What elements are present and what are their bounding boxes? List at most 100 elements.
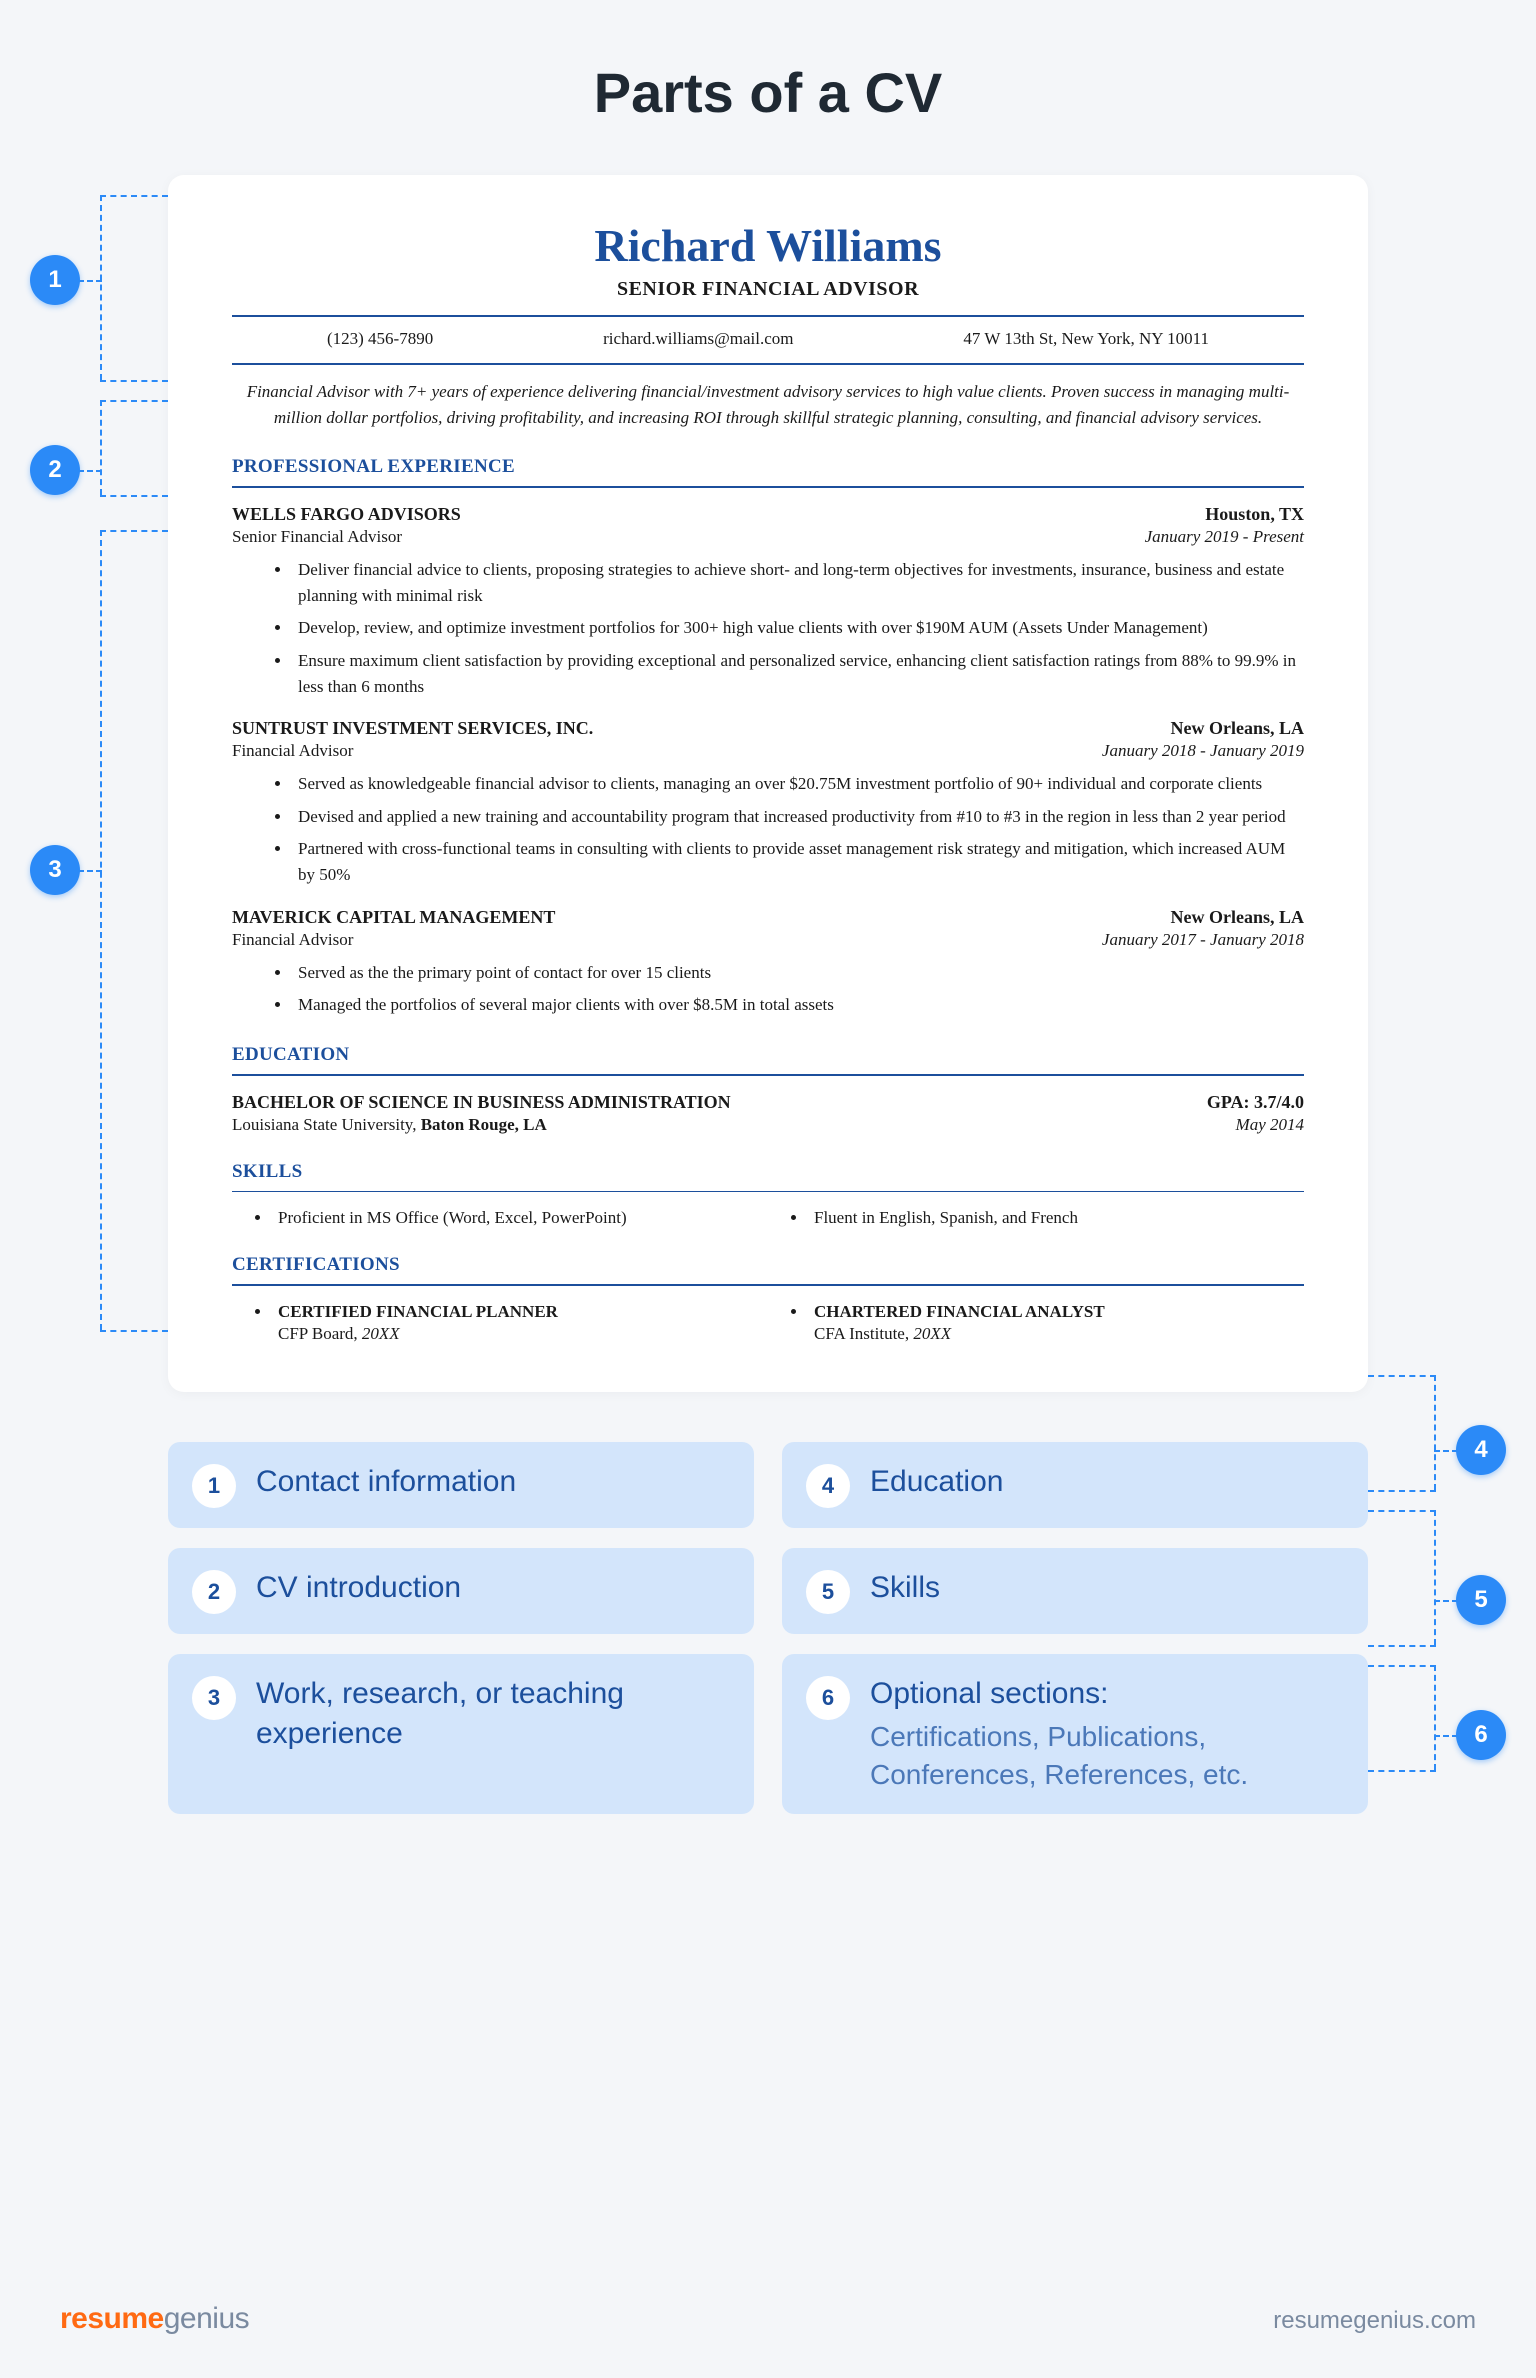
job-bullets: Served as the the primary point of conta… — [232, 960, 1304, 1019]
bracket-5-bot — [1368, 1645, 1436, 1647]
bracket-1 — [100, 195, 102, 380]
job-block: SUNTRUST INVESTMENT SERVICES, INC. New O… — [232, 718, 1304, 888]
cv-card: Richard Williams SENIOR FINANCIAL ADVISO… — [168, 175, 1368, 1392]
cert-title: CHARTERED FINANCIAL ANALYST — [814, 1302, 1304, 1322]
legend-num: 2 — [192, 1570, 236, 1614]
job-title: Financial Advisor — [232, 930, 353, 950]
job-company: WELLS FARGO ADVISORS — [232, 504, 461, 525]
bullet: Deliver financial advice to clients, pro… — [292, 557, 1304, 610]
bracket-5 — [1434, 1510, 1436, 1645]
leader-2 — [78, 470, 102, 472]
job-block: WELLS FARGO ADVISORS Houston, TX Senior … — [232, 504, 1304, 701]
legend-text: CV introduction — [256, 1568, 461, 1609]
bullet: Develop, review, and optimize investment… — [292, 615, 1304, 641]
cv-stage: 1 2 3 4 5 6 Richard Williams SENIOR FINA… — [168, 175, 1368, 1392]
cv-summary: Financial Advisor with 7+ years of exper… — [232, 377, 1304, 430]
leader-5 — [1434, 1600, 1458, 1602]
callout-badge-6: 6 — [1456, 1710, 1506, 1760]
job-bullets: Deliver financial advice to clients, pro… — [232, 557, 1304, 701]
leader-1 — [78, 280, 102, 282]
job-bullets: Served as knowledgeable financial adviso… — [232, 771, 1304, 888]
bracket-3-bot — [100, 1330, 168, 1332]
legend-num: 1 — [192, 1464, 236, 1508]
legend-grid: 1 Contact information 4 Education 2 CV i… — [168, 1442, 1368, 1814]
legend-item-2: 2 CV introduction — [168, 1548, 754, 1634]
legend-subtext: Certifications, Publications, Conference… — [870, 1718, 1344, 1794]
bracket-1-top — [100, 195, 168, 197]
legend-num: 3 — [192, 1676, 236, 1720]
bullet: Partnered with cross-functional teams in… — [292, 836, 1304, 889]
bullet: Served as knowledgeable financial adviso… — [292, 771, 1304, 797]
legend-text: Education — [870, 1462, 1003, 1503]
bullet: Devised and applied a new training and a… — [292, 804, 1304, 830]
bracket-6 — [1434, 1665, 1436, 1770]
bracket-4 — [1434, 1375, 1436, 1490]
divider — [232, 486, 1304, 488]
legend-item-6: 6 Optional sections: Certifications, Pub… — [782, 1654, 1368, 1814]
contacts-row: (123) 456-7890 richard.williams@mail.com… — [232, 329, 1304, 349]
leader-4 — [1434, 1450, 1458, 1452]
education-gpa: GPA: 3.7/4.0 — [1207, 1092, 1304, 1113]
bracket-3 — [100, 530, 102, 1330]
bracket-2-bot — [100, 495, 168, 497]
legend-num: 5 — [806, 1570, 850, 1614]
bracket-3-top — [100, 530, 168, 532]
cert-issuer: CFP Board, 20XX — [278, 1324, 768, 1344]
skills-list: Proficient in MS Office (Word, Excel, Po… — [232, 1208, 1304, 1228]
legend-text: Work, research, or teaching experience — [256, 1674, 730, 1755]
callout-badge-2: 2 — [30, 445, 80, 495]
divider — [232, 363, 1304, 365]
brand-logo: resumegenius — [60, 2302, 249, 2336]
bracket-5-top — [1368, 1510, 1436, 1512]
certs-list: CERTIFIED FINANCIAL PLANNER CFP Board, 2… — [232, 1302, 1304, 1344]
bracket-2 — [100, 400, 102, 495]
leader-6 — [1434, 1735, 1458, 1737]
bullet: Served as the the primary point of conta… — [292, 960, 1304, 986]
page-title: Parts of a CV — [0, 0, 1536, 175]
footer: resumegenius resumegenius.com — [60, 2302, 1476, 2336]
legend-num: 4 — [806, 1464, 850, 1508]
bracket-4-top — [1368, 1375, 1436, 1377]
job-location: Houston, TX — [1205, 504, 1304, 525]
leader-3 — [78, 870, 102, 872]
cv-role: SENIOR FINANCIAL ADVISOR — [232, 278, 1304, 301]
job-location: New Orleans, LA — [1171, 718, 1305, 739]
divider — [232, 1074, 1304, 1076]
bracket-4-bot — [1368, 1490, 1436, 1492]
education-degree: BACHELOR OF SCIENCE IN BUSINESS ADMINIST… — [232, 1092, 731, 1113]
job-dates: January 2019 - Present — [1145, 527, 1304, 547]
education-date: May 2014 — [1236, 1115, 1304, 1135]
legend-text: Contact information — [256, 1462, 516, 1503]
legend-item-4: 4 Education — [782, 1442, 1368, 1528]
bracket-2-top — [100, 400, 168, 402]
job-dates: January 2018 - January 2019 — [1102, 741, 1304, 761]
contact-email: richard.williams@mail.com — [603, 329, 793, 349]
cv-name: Richard Williams — [232, 219, 1304, 272]
contact-address: 47 W 13th St, New York, NY 10011 — [963, 329, 1209, 349]
callout-badge-1: 1 — [30, 255, 80, 305]
section-experience-title: PROFESSIONAL EXPERIENCE — [232, 456, 1304, 478]
education-school: Louisiana State University, Baton Rouge,… — [232, 1115, 547, 1135]
divider — [232, 1284, 1304, 1286]
job-title: Financial Advisor — [232, 741, 353, 761]
legend-item-3: 3 Work, research, or teaching experience — [168, 1654, 754, 1814]
bullet: Managed the portfolios of several major … — [292, 992, 1304, 1018]
legend-num: 6 — [806, 1676, 850, 1720]
callout-badge-3: 3 — [30, 845, 80, 895]
job-location: New Orleans, LA — [1171, 907, 1305, 928]
cert-item: CERTIFIED FINANCIAL PLANNER CFP Board, 2… — [272, 1302, 768, 1344]
contact-phone: (123) 456-7890 — [327, 329, 433, 349]
divider — [232, 315, 1304, 317]
job-dates: January 2017 - January 2018 — [1102, 930, 1304, 950]
section-skills-title: SKILLS — [232, 1161, 1304, 1183]
job-block: MAVERICK CAPITAL MANAGEMENT New Orleans,… — [232, 907, 1304, 1019]
cert-item: CHARTERED FINANCIAL ANALYST CFA Institut… — [808, 1302, 1304, 1344]
legend-text: Skills — [870, 1568, 940, 1609]
bracket-6-bot — [1368, 1770, 1436, 1772]
legend-item-1: 1 Contact information — [168, 1442, 754, 1528]
cert-issuer: CFA Institute, 20XX — [814, 1324, 1304, 1344]
job-title: Senior Financial Advisor — [232, 527, 402, 547]
skill-item: Proficient in MS Office (Word, Excel, Po… — [272, 1208, 768, 1228]
section-education-title: EDUCATION — [232, 1044, 1304, 1066]
divider — [232, 1191, 1304, 1193]
